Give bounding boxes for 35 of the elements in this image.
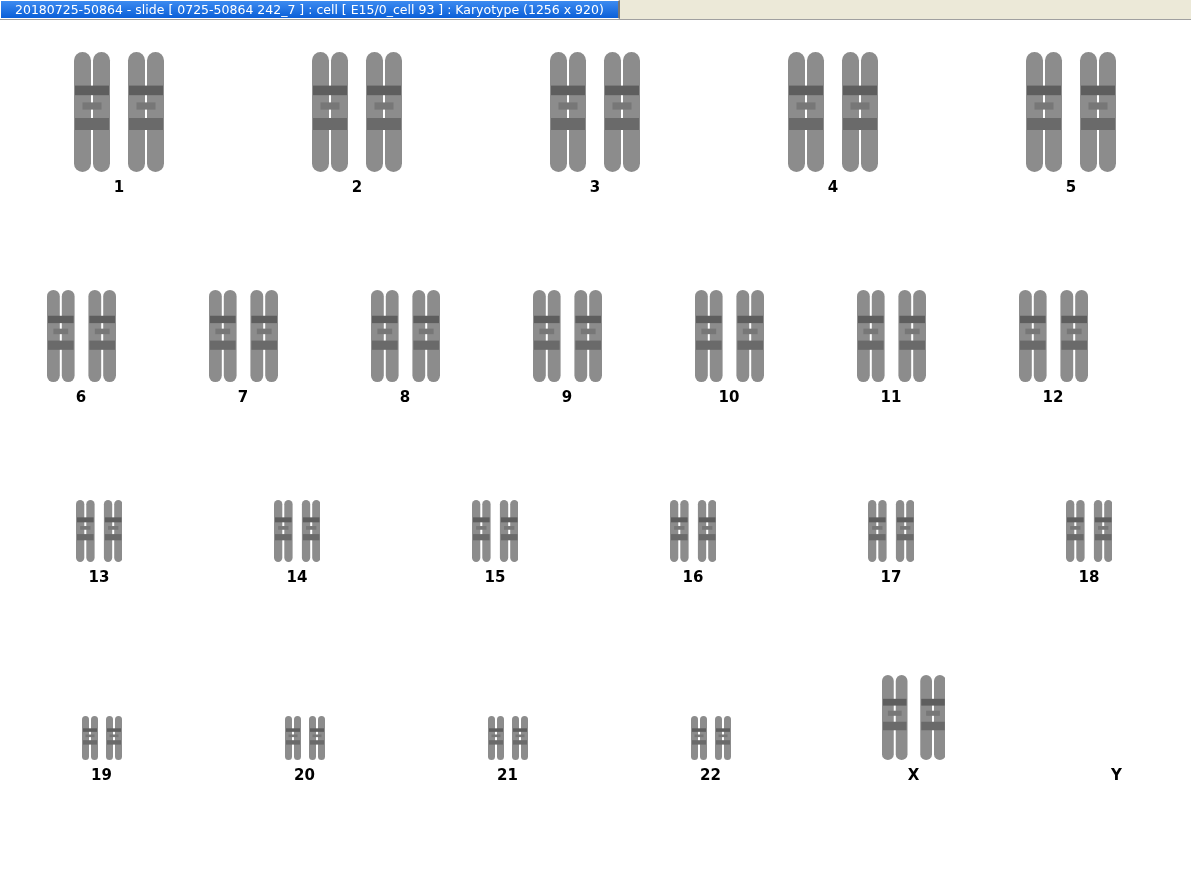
chromosome-label: 18 bbox=[1078, 568, 1100, 586]
chromosome-pair-drawing bbox=[690, 716, 731, 760]
chromosome-pair-drawing bbox=[273, 500, 321, 562]
chromosome-pair-drawing bbox=[487, 716, 528, 760]
chromosome-label: 22 bbox=[700, 766, 721, 784]
chromosome-label: 14 bbox=[286, 568, 308, 586]
chromosome-label: 2 bbox=[351, 178, 363, 196]
chromosome-label: 7 bbox=[237, 388, 249, 406]
chromosome-label: 1 bbox=[113, 178, 125, 196]
chromosome-pair-drawing bbox=[867, 500, 915, 562]
chromosome-label: 4 bbox=[827, 178, 839, 196]
chromosome-label: 20 bbox=[294, 766, 315, 784]
chromosome-label: 19 bbox=[91, 766, 112, 784]
chromosome-label: 5 bbox=[1065, 178, 1077, 196]
chromosome-label: 3 bbox=[589, 178, 601, 196]
chromosome-pair-drawing bbox=[81, 716, 122, 760]
window-title: 20180725-50864 - slide [ 0725-50864 242_7 ] : cell [ E15/0_cell 93 ] : Karyotype (1256 x 920) bbox=[0, 0, 620, 19]
chromosome-label: 13 bbox=[88, 568, 110, 586]
chromosome-label: 6 bbox=[75, 388, 87, 406]
chromosome-pair-drawing bbox=[1065, 500, 1113, 562]
chromosome-pair-drawing bbox=[669, 500, 717, 562]
chromosome-pair-drawing bbox=[471, 500, 519, 562]
chromosome-pair-drawing bbox=[284, 716, 325, 760]
chromosome-label: 9 bbox=[561, 388, 573, 406]
chromosome-label: 17 bbox=[880, 568, 902, 586]
chromosome-label: 21 bbox=[497, 766, 518, 784]
chromosome-label: 10 bbox=[718, 388, 740, 406]
chromosome-label: 16 bbox=[682, 568, 704, 586]
chromosome-label: 15 bbox=[484, 568, 506, 586]
chromosome-label: 11 bbox=[880, 388, 902, 406]
chromosome-label: Y bbox=[1111, 766, 1122, 784]
chromosome-pair-drawing bbox=[75, 500, 123, 562]
chromosome-label: X bbox=[907, 766, 920, 784]
chromosome-label: 8 bbox=[399, 388, 411, 406]
chromosome-label: 12 bbox=[1042, 388, 1064, 406]
